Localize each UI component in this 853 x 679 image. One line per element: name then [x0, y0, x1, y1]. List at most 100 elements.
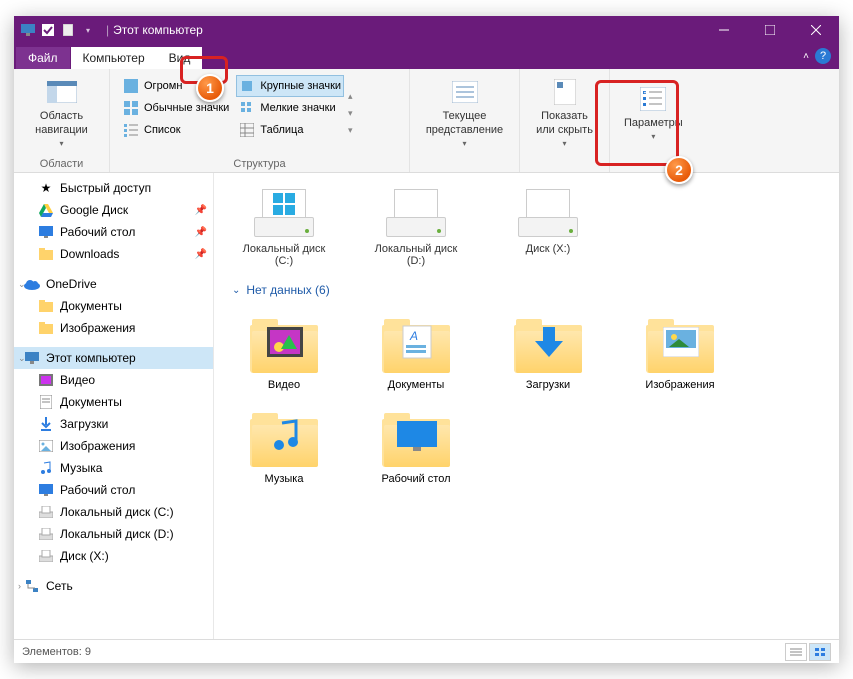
- monitor-icon: [20, 22, 36, 38]
- navigation-pane-button[interactable]: Область навигации ▾: [20, 72, 103, 155]
- folder-music[interactable]: Музыка: [234, 409, 334, 485]
- expand-icon[interactable]: ⌄: [18, 279, 26, 290]
- layout-scroll-down-icon[interactable]: ▾: [348, 108, 360, 119]
- expand-icon[interactable]: ⌄: [18, 353, 26, 364]
- layout-list[interactable]: Список: [120, 119, 232, 141]
- navigation-pane[interactable]: ★Быстрый доступ Google Диск📌 Рабочий сто…: [14, 173, 214, 639]
- chevron-down-icon: ▾: [562, 139, 566, 149]
- content-area[interactable]: Локальный диск (C:) Локальный диск (D:) …: [214, 173, 839, 639]
- nav-images[interactable]: Изображения: [14, 435, 213, 457]
- star-icon: ★: [38, 180, 54, 196]
- help-icon[interactable]: ?: [815, 48, 831, 64]
- pin-icon: 📌: [195, 205, 207, 216]
- video-icon: [38, 372, 54, 388]
- normal-icons-icon: [123, 100, 139, 116]
- ribbon-group-layout-label: Структура: [110, 158, 409, 172]
- status-item-count: Элементов: 9: [22, 646, 91, 658]
- desktop-icon: [38, 482, 54, 498]
- desktop-icon: [38, 224, 54, 240]
- document-icon: [38, 394, 54, 410]
- folder-images[interactable]: Изображения: [630, 315, 730, 391]
- tab-view[interactable]: Вид: [157, 47, 203, 69]
- chevron-down-icon: ▾: [59, 139, 63, 149]
- navigation-pane-label: Область навигации: [28, 110, 95, 138]
- show-hide-button[interactable]: Показать или скрыть ▾: [526, 72, 603, 155]
- svg-text:A: A: [409, 329, 418, 343]
- ribbon-collapse-icon[interactable]: ˄: [803, 51, 809, 62]
- music-icon: [38, 460, 54, 476]
- chevron-down-icon: ▾: [651, 132, 655, 142]
- nav-video[interactable]: Видео: [14, 369, 213, 391]
- nav-documents[interactable]: Документы: [14, 391, 213, 413]
- tab-file[interactable]: Файл: [16, 47, 70, 69]
- drive-icon: [384, 189, 448, 237]
- table-icon: [239, 122, 255, 138]
- ribbon: Область навигации ▾ Области Огромнки Обы…: [14, 69, 839, 173]
- statusbar: Элементов: 9: [14, 639, 839, 663]
- nav-desktop-pinned[interactable]: Рабочий стол📌: [14, 221, 213, 243]
- tab-computer[interactable]: Компьютер: [71, 47, 157, 69]
- nav-onedrive-documents[interactable]: Документы: [14, 295, 213, 317]
- disk-icon: [38, 548, 54, 564]
- folder-icon: [38, 246, 54, 262]
- section-header-nodata[interactable]: ⌄Нет данных (6): [214, 275, 839, 303]
- title-separator: |: [106, 23, 109, 37]
- nav-google-drive[interactable]: Google Диск📌: [14, 199, 213, 221]
- options-button[interactable]: Параметры ▾: [616, 72, 691, 155]
- layout-small-icons[interactable]: Мелкие значки: [236, 97, 344, 119]
- checkbox-icon[interactable]: [40, 22, 56, 38]
- folder-icon: [644, 315, 716, 373]
- nav-desktop[interactable]: Рабочий стол: [14, 479, 213, 501]
- close-button[interactable]: [793, 16, 839, 44]
- nav-this-pc[interactable]: ⌄Этот компьютер: [14, 347, 213, 369]
- cloud-icon: [24, 276, 40, 292]
- page-icon[interactable]: [60, 22, 76, 38]
- nav-downloads-pinned[interactable]: Downloads📌: [14, 243, 213, 265]
- nav-network[interactable]: ›Сеть: [14, 575, 213, 597]
- list-icon: [123, 122, 139, 138]
- show-hide-label: Показать или скрыть: [534, 110, 595, 138]
- view-icons-button[interactable]: [809, 643, 831, 661]
- layout-scroll-up-icon[interactable]: ▴: [348, 91, 360, 102]
- drive-x[interactable]: Диск (X:): [498, 189, 598, 267]
- pin-icon: 📌: [195, 227, 207, 238]
- nav-disk-d[interactable]: Локальный диск (D:): [14, 523, 213, 545]
- annotation-badge-1: 1: [196, 74, 224, 102]
- layout-table[interactable]: Таблица: [236, 119, 344, 141]
- folder-icon: A: [380, 315, 452, 373]
- nav-onedrive[interactable]: ⌄OneDrive: [14, 273, 213, 295]
- ribbon-group-panes-label: Области: [14, 158, 109, 172]
- drive-d[interactable]: Локальный диск (D:): [366, 189, 466, 267]
- folder-icon: [380, 409, 452, 467]
- view-details-button[interactable]: [785, 643, 807, 661]
- layout-more-icon[interactable]: ▾: [348, 125, 360, 136]
- drive-c[interactable]: Локальный диск (C:): [234, 189, 334, 267]
- layout-large-icons[interactable]: Крупные значки: [236, 75, 344, 97]
- nav-disk-x[interactable]: Диск (X:): [14, 545, 213, 567]
- disk-icon: [38, 526, 54, 542]
- current-view-button[interactable]: Текущее представление ▾: [416, 72, 513, 155]
- gdrive-icon: [38, 202, 54, 218]
- explorer-window: ▾ | Этот компьютер Файл Компьютер Вид ˄ …: [14, 16, 839, 663]
- folder-desktop[interactable]: Рабочий стол: [366, 409, 466, 485]
- large-icons-icon: [239, 78, 255, 94]
- folder-icon: [512, 315, 584, 373]
- nav-disk-c[interactable]: Локальный диск (C:): [14, 501, 213, 523]
- nav-onedrive-images[interactable]: Изображения: [14, 317, 213, 339]
- current-view-icon: [449, 78, 481, 106]
- folder-icon: [248, 409, 320, 467]
- nav-downloads[interactable]: Загрузки: [14, 413, 213, 435]
- nav-music[interactable]: Музыка: [14, 457, 213, 479]
- nav-quick-access[interactable]: ★Быстрый доступ: [14, 177, 213, 199]
- folder-documents[interactable]: A Документы: [366, 315, 466, 391]
- folder-video[interactable]: Видео: [234, 315, 334, 391]
- chevron-down-icon: ⌄: [232, 285, 240, 296]
- network-icon: [24, 578, 40, 594]
- folder-icon: [248, 315, 320, 373]
- ribbon-tabs: Файл Компьютер Вид ˄ ?: [14, 44, 839, 69]
- expand-icon[interactable]: ›: [18, 581, 21, 591]
- folder-downloads[interactable]: Загрузки: [498, 315, 598, 391]
- maximize-button[interactable]: [747, 16, 793, 44]
- minimize-button[interactable]: [701, 16, 747, 44]
- qat-dropdown-icon[interactable]: ▾: [80, 22, 96, 38]
